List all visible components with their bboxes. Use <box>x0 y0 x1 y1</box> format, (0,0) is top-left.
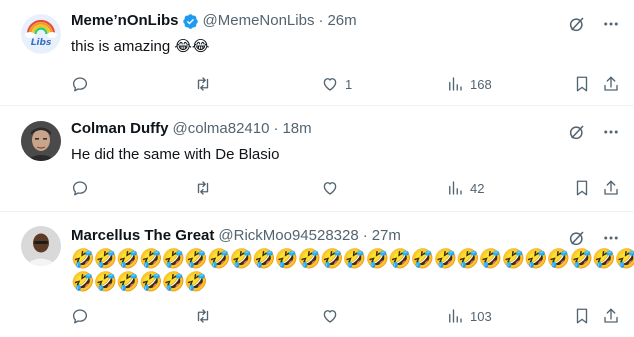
handle[interactable]: @MemeNonLibs <box>203 11 315 31</box>
share-icon <box>604 308 618 323</box>
like-count: 1 <box>345 76 353 92</box>
like-button[interactable] <box>321 178 345 198</box>
avatar-logo-text: Libs <box>31 38 52 48</box>
reply-button[interactable] <box>71 178 95 198</box>
separator-dot: · <box>273 120 279 137</box>
verified-badge-icon <box>182 13 198 29</box>
avatar[interactable] <box>21 226 61 266</box>
views-icon <box>449 309 462 323</box>
more-icon[interactable] <box>602 229 620 247</box>
timestamp[interactable]: 18m <box>282 119 311 139</box>
display-name[interactable]: Marcellus The Great <box>71 226 214 246</box>
reply-button[interactable] <box>71 306 95 326</box>
tweet-header: Marcellus The Great @RickMoo94528328 · 2… <box>71 226 401 246</box>
like-icon <box>323 182 337 195</box>
views-icon <box>449 77 462 91</box>
grok-icon[interactable] <box>568 229 586 247</box>
views-button[interactable]: 103 <box>446 306 492 326</box>
grok-icon[interactable] <box>568 15 586 33</box>
reply-icon <box>72 77 88 92</box>
bookmark-icon <box>576 308 588 324</box>
bookmark-button[interactable] <box>573 306 591 326</box>
tweet-text: He did the same with De Blasio <box>71 146 280 163</box>
like-icon <box>323 310 337 323</box>
retweet-button[interactable] <box>194 178 218 198</box>
like-button[interactable]: 1 <box>321 74 352 94</box>
retweet-button[interactable] <box>194 306 218 326</box>
share-button[interactable] <box>602 306 620 326</box>
tweet-text-line-1: 🤣🤣🤣🤣🤣🤣🤣🤣🤣🤣🤣🤣🤣🤣🤣🤣🤣🤣🤣🤣🤣🤣🤣🤣🤣🤣 <box>71 249 634 270</box>
tweet-text-line-2: 🤣🤣🤣🤣🤣🤣 <box>71 272 208 293</box>
handle[interactable]: @RickMoo94528328 <box>218 226 358 246</box>
tweet-memenonlibs[interactable]: Libs Meme’nOnLibs @MemeNonLibs · 26m thi… <box>0 0 634 106</box>
views-count: 42 <box>470 180 485 196</box>
views-count: 103 <box>470 308 492 324</box>
separator-dot: · <box>318 12 324 29</box>
more-icon[interactable] <box>602 15 620 33</box>
views-button[interactable]: 42 <box>446 178 484 198</box>
avatar[interactable]: Libs <box>21 14 61 54</box>
views-count: 168 <box>470 76 492 92</box>
tweet-header: Meme’nOnLibs @MemeNonLibs · 26m <box>71 11 357 31</box>
tweet-actions: 1 168 <box>71 74 634 94</box>
retweet-button[interactable] <box>194 74 218 94</box>
tweet-header: Colman Duffy @colma82410 · 18m <box>71 119 312 139</box>
timestamp[interactable]: 27m <box>372 226 401 246</box>
like-icon <box>323 78 337 91</box>
tweet-actions: 42 <box>71 178 634 198</box>
tweet-colmanduffy[interactable]: Colman Duffy @colma82410 · 18m He did th… <box>0 106 634 212</box>
reply-icon <box>72 309 88 324</box>
share-icon <box>604 76 618 91</box>
views-icon <box>449 181 462 195</box>
display-name[interactable]: Colman Duffy <box>71 119 169 139</box>
more-icon[interactable] <box>602 123 620 141</box>
display-name[interactable]: Meme’nOnLibs <box>71 11 179 31</box>
reply-button[interactable] <box>71 74 95 94</box>
bookmark-button[interactable] <box>573 178 591 198</box>
views-button[interactable]: 168 <box>446 74 492 94</box>
tweet-actions: 103 <box>71 306 634 326</box>
retweet-icon <box>197 77 209 91</box>
bookmark-button[interactable] <box>573 74 591 94</box>
like-button[interactable] <box>321 306 345 326</box>
share-button[interactable] <box>602 178 620 198</box>
grok-icon[interactable] <box>568 123 586 141</box>
bookmark-icon <box>576 76 588 92</box>
reply-icon <box>72 181 88 196</box>
share-button[interactable] <box>602 74 620 94</box>
timestamp[interactable]: 26m <box>327 11 356 31</box>
separator-dot: · <box>362 227 368 244</box>
bookmark-icon <box>576 180 588 196</box>
share-icon <box>604 180 618 195</box>
retweet-icon <box>197 309 209 323</box>
avatar[interactable] <box>21 121 61 161</box>
retweet-icon <box>197 181 209 195</box>
tweet-text: this is amazing 😂😂 <box>71 38 210 55</box>
tweet-marcellusthegreat[interactable]: Marcellus The Great @RickMoo94528328 · 2… <box>0 212 634 337</box>
handle[interactable]: @colma82410 <box>173 119 270 139</box>
